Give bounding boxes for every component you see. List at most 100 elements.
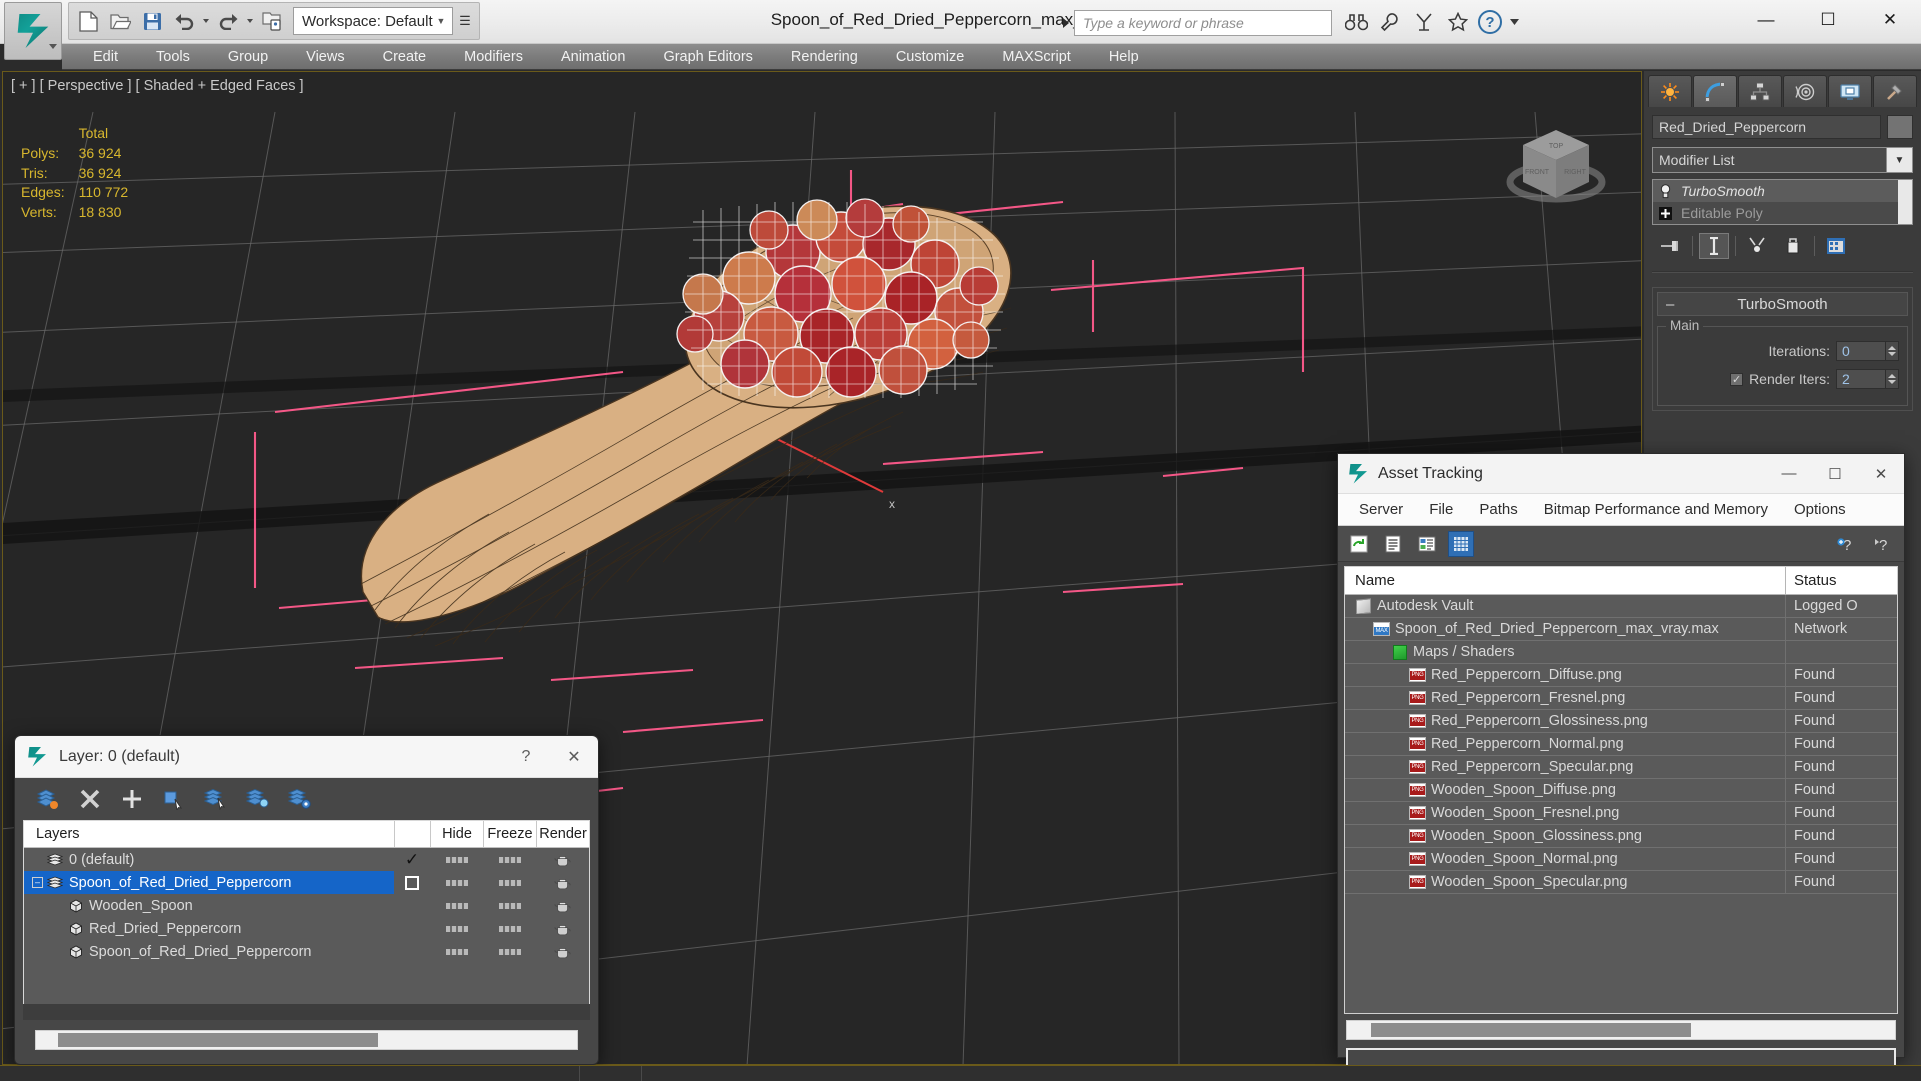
asset-list-horizontal-scrollbar[interactable]: [1346, 1020, 1896, 1040]
binoculars-icon[interactable]: [1342, 8, 1370, 36]
menu-modifiers[interactable]: Modifiers: [445, 44, 542, 70]
iterations-value[interactable]: 0: [1836, 341, 1886, 361]
asset-row[interactable]: PNG Red_Peppercorn_Normal.png Found: [1345, 733, 1897, 756]
asset-row[interactable]: PNG Wooden_Spoon_Specular.png Found: [1345, 871, 1897, 894]
asset-tracking-minimize-button[interactable]: —: [1766, 454, 1812, 494]
layer-list[interactable]: Layers Hide Freeze Render 0 (default) ✓ – S…: [23, 820, 590, 1020]
asset-tracking-title-bar[interactable]: Asset Tracking — ☐ ✕: [1338, 454, 1904, 494]
maximize-button[interactable]: ☐: [1797, 0, 1859, 40]
wrench-icon[interactable]: [1376, 8, 1404, 36]
at-menu-file[interactable]: File: [1416, 501, 1466, 518]
layer-render-toggle[interactable]: [536, 945, 589, 959]
delete-layer-button[interactable]: [77, 786, 103, 812]
collapse-icon[interactable]: –: [1666, 296, 1674, 313]
menu-help[interactable]: Help: [1090, 44, 1158, 70]
undo-icon[interactable]: [169, 5, 199, 37]
asset-row[interactable]: PNG Wooden_Spoon_Normal.png Found: [1345, 848, 1897, 871]
help-dropdown-icon[interactable]: [1508, 8, 1520, 36]
modify-tab[interactable]: [1693, 75, 1737, 107]
make-unique-icon[interactable]: [1742, 233, 1772, 259]
menu-tools[interactable]: Tools: [137, 44, 209, 70]
asset-row[interactable]: PNG Red_Peppercorn_Glossiness.png Found: [1345, 710, 1897, 733]
display-tab[interactable]: [1828, 75, 1872, 107]
layer-row[interactable]: 0 (default) ✓: [24, 848, 589, 871]
modifier-list-dropdown[interactable]: Modifier List ▼: [1652, 147, 1913, 173]
help-question-icon[interactable]: ?: [1870, 531, 1896, 557]
list-view-button[interactable]: [1380, 531, 1406, 557]
asset-row[interactable]: PNG Red_Peppercorn_Specular.png Found: [1345, 756, 1897, 779]
search-input[interactable]: Type a keyword or phrase: [1074, 10, 1332, 36]
asset-row[interactable]: PNG Wooden_Spoon_Glossiness.png Found: [1345, 825, 1897, 848]
set-current-layer-button[interactable]: [35, 786, 61, 812]
column-render[interactable]: Render: [536, 821, 589, 847]
open-file-icon[interactable]: [105, 5, 135, 37]
create-tab[interactable]: [1648, 75, 1692, 107]
layer-row[interactable]: Spoon_of_Red_Dried_Peppercorn: [24, 940, 589, 963]
menu-edit[interactable]: Edit: [74, 44, 137, 70]
column-freeze[interactable]: Freeze: [483, 821, 536, 847]
asset-row[interactable]: PNG Wooden_Spoon_Fresnel.png Found: [1345, 802, 1897, 825]
table-view-button[interactable]: [1448, 530, 1474, 557]
layer-close-button[interactable]: ✕: [550, 736, 598, 778]
layer-render-toggle[interactable]: [536, 876, 589, 890]
lightbulb-icon[interactable]: [1657, 183, 1673, 199]
asset-tracking-window[interactable]: Asset Tracking — ☐ ✕ Server File Paths B…: [1337, 453, 1905, 1081]
detail-view-button[interactable]: [1414, 531, 1440, 557]
select-objects-button[interactable]: [203, 786, 229, 812]
utilities-tab[interactable]: [1873, 75, 1917, 107]
layer-hide-toggle[interactable]: [430, 879, 483, 886]
layer-hide-toggle[interactable]: [430, 948, 483, 955]
layer-properties-button[interactable]: [287, 786, 313, 812]
render-iters-stepper[interactable]: 2: [1836, 369, 1899, 389]
asset-row[interactable]: Maps / Shaders: [1345, 641, 1897, 664]
redo-dropdown-icon[interactable]: [245, 5, 255, 37]
object-color-swatch[interactable]: [1887, 115, 1913, 139]
search-expand-icon[interactable]: [1058, 10, 1074, 36]
star-icon[interactable]: [1444, 8, 1472, 36]
layer-row[interactable]: – Spoon_of_Red_Dried_Peppercorn: [24, 871, 589, 894]
layer-render-toggle[interactable]: [536, 853, 589, 867]
layer-hide-toggle[interactable]: [430, 902, 483, 909]
layer-hide-toggle[interactable]: [430, 856, 483, 863]
show-end-result-icon[interactable]: [1699, 233, 1729, 259]
remove-modifier-icon[interactable]: [1778, 233, 1808, 259]
highlight-button[interactable]: [245, 786, 271, 812]
layer-render-toggle[interactable]: [536, 899, 589, 913]
render-iters-value[interactable]: 2: [1836, 369, 1886, 389]
asset-row[interactable]: MAX Spoon_of_Red_Dried_Peppercorn_max_vra…: [1345, 618, 1897, 641]
view-cube[interactable]: TOP FRONT RIGHT: [1501, 112, 1611, 222]
layer-help-button[interactable]: ?: [502, 736, 550, 778]
layer-freeze-toggle[interactable]: [483, 948, 536, 955]
column-status[interactable]: Status: [1785, 567, 1897, 594]
layer-row[interactable]: Red_Dried_Peppercorn: [24, 917, 589, 940]
layer-render-toggle[interactable]: [536, 922, 589, 936]
render-iters-checkbox[interactable]: ✓: [1730, 372, 1744, 386]
spinner-arrows-icon[interactable]: [1886, 341, 1899, 361]
viewport-label[interactable]: [ + ] [ Perspective ] [ Shaded + Edged F…: [11, 78, 304, 94]
stack-item-turbosmooth[interactable]: TurboSmooth: [1653, 180, 1912, 202]
configure-modifier-sets-icon[interactable]: [1821, 233, 1851, 259]
layer-current-toggle[interactable]: [394, 875, 430, 890]
save-file-icon[interactable]: [137, 5, 167, 37]
iterations-stepper[interactable]: 0: [1836, 341, 1899, 361]
add-selection-button[interactable]: [161, 786, 187, 812]
pin-stack-icon[interactable]: [1656, 233, 1686, 259]
stack-item-editable-poly[interactable]: Editable Poly: [1653, 202, 1912, 224]
column-hide[interactable]: Hide: [430, 821, 483, 847]
asset-row[interactable]: PNG Wooden_Spoon_Diffuse.png Found: [1345, 779, 1897, 802]
asset-row[interactable]: Autodesk Vault Logged O: [1345, 595, 1897, 618]
layer-horizontal-scrollbar[interactable]: [35, 1030, 578, 1050]
workspace-selector[interactable]: Workspace: Default ▼: [293, 7, 453, 35]
asset-tracking-maximize-button[interactable]: ☐: [1812, 454, 1858, 494]
expander-icon[interactable]: –: [32, 877, 43, 888]
modifier-stack[interactable]: TurboSmooth Editable Poly: [1652, 179, 1913, 225]
asset-tracking-close-button[interactable]: ✕: [1858, 454, 1904, 494]
object-name-field[interactable]: Red_Dried_Peppercorn: [1652, 115, 1881, 139]
workspace-menu-icon[interactable]: ☰: [455, 7, 475, 35]
column-name[interactable]: Name: [1345, 567, 1785, 594]
menu-animation[interactable]: Animation: [542, 44, 644, 70]
menu-create[interactable]: Create: [364, 44, 446, 70]
menu-rendering[interactable]: Rendering: [772, 44, 877, 70]
scrollbar-thumb[interactable]: [58, 1033, 378, 1047]
undo-dropdown-icon[interactable]: [201, 5, 211, 37]
